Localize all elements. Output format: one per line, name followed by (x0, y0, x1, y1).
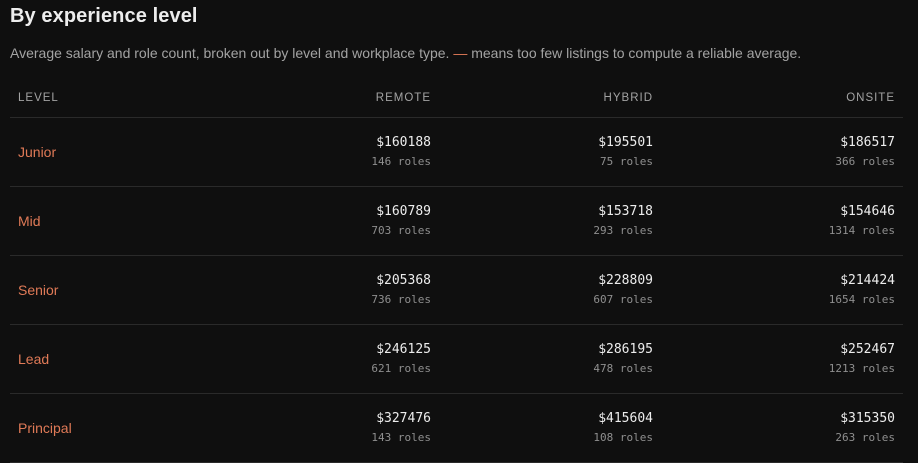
average-salary: $160188 (376, 135, 431, 150)
experience-level-table: LEVEL REMOTE HYBRID ONSITE Junior $16018… (10, 82, 903, 463)
average-salary: $195501 (598, 135, 653, 150)
table-header-row: LEVEL REMOTE HYBRID ONSITE (10, 82, 903, 118)
section-title: By experience level (10, 5, 198, 27)
role-count: 1213 roles (828, 362, 895, 375)
hybrid-cell: $195501 75 roles (598, 135, 653, 169)
average-salary: $154646 (840, 204, 895, 219)
onsite-cell: $252467 1213 roles (829, 342, 895, 376)
average-salary: $214424 (840, 273, 895, 288)
role-count: 1654 roles (828, 293, 895, 306)
onsite-cell: $214424 1654 roles (829, 273, 895, 307)
subtitle-text: Average salary and role count, broken ou… (10, 45, 450, 61)
role-count: 478 roles (593, 362, 653, 375)
table-row: Mid $160789 703 roles $153718 293 roles … (10, 187, 903, 256)
average-salary: $327476 (376, 411, 431, 426)
level-label-mid: Mid (18, 213, 41, 229)
subtitle-text-after: means too few listings to compute a reli… (471, 45, 802, 61)
table-row: Principal $327476 143 roles $415604 108 … (10, 394, 903, 463)
column-header-hybrid[interactable]: HYBRID (604, 92, 653, 104)
column-header-remote[interactable]: REMOTE (376, 92, 431, 104)
level-label-lead: Lead (18, 351, 50, 367)
remote-cell: $160188 146 roles (371, 135, 431, 169)
table-row: Junior $160188 146 roles $195501 75 role… (10, 118, 903, 187)
table-row: Lead $246125 621 roles $286195 478 roles… (10, 325, 903, 394)
average-salary: $246125 (376, 342, 431, 357)
average-salary: $160789 (376, 204, 431, 219)
average-salary: $186517 (840, 135, 895, 150)
average-salary: $415604 (598, 411, 653, 426)
average-salary: $228809 (598, 273, 653, 288)
remote-cell: $246125 621 roles (371, 342, 431, 376)
role-count: 146 roles (371, 155, 431, 168)
average-salary: $286195 (598, 342, 653, 357)
role-count: 143 roles (371, 431, 431, 444)
remote-cell: $160789 703 roles (371, 204, 431, 238)
remote-cell: $327476 143 roles (371, 411, 431, 445)
onsite-cell: $154646 1314 roles (829, 204, 895, 238)
table-row: Senior $205368 736 roles $228809 607 rol… (10, 256, 903, 325)
role-count: 621 roles (371, 362, 431, 375)
level-label-junior: Junior (18, 144, 57, 160)
section-subtitle: Average salary and role count, broken ou… (10, 45, 801, 61)
onsite-cell: $315350 263 roles (835, 411, 895, 445)
role-count: 263 roles (835, 431, 895, 444)
role-count: 736 roles (371, 293, 431, 306)
column-header-level[interactable]: LEVEL (18, 92, 59, 104)
level-label-senior: Senior (18, 282, 59, 298)
average-salary: $205368 (376, 273, 431, 288)
column-header-onsite[interactable]: ONSITE (846, 92, 895, 104)
experience-level-section: By experience level Average salary and r… (0, 0, 918, 463)
hybrid-cell: $228809 607 roles (593, 273, 653, 307)
role-count: 1314 roles (828, 224, 895, 237)
level-label-principal: Principal (18, 420, 72, 436)
subtitle-dash-marker: — (453, 45, 468, 61)
hybrid-cell: $286195 478 roles (593, 342, 653, 376)
role-count: 293 roles (593, 224, 653, 237)
average-salary: $153718 (598, 204, 653, 219)
hybrid-cell: $153718 293 roles (593, 204, 653, 238)
role-count: 108 roles (593, 431, 653, 444)
role-count: 75 roles (600, 155, 653, 168)
average-salary: $315350 (840, 411, 895, 426)
role-count: 703 roles (371, 224, 431, 237)
remote-cell: $205368 736 roles (371, 273, 431, 307)
average-salary: $252467 (840, 342, 895, 357)
role-count: 607 roles (593, 293, 653, 306)
hybrid-cell: $415604 108 roles (593, 411, 653, 445)
onsite-cell: $186517 366 roles (835, 135, 895, 169)
role-count: 366 roles (835, 155, 895, 168)
